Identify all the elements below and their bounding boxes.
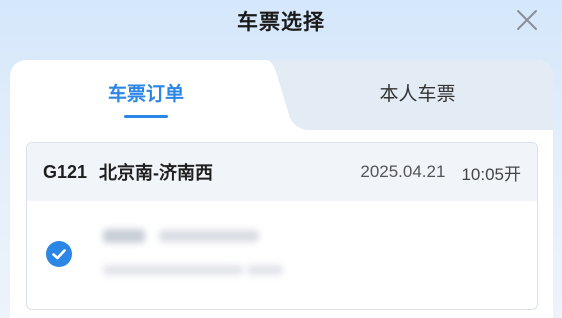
order-header: G121 北京南-济南西 2025.04.21 10:05开 xyxy=(27,143,537,201)
tab-ticket-orders[interactable]: 车票订单 xyxy=(10,60,282,130)
tab-bar: 车票订单 本人车票 xyxy=(10,60,553,130)
passenger-name-redacted xyxy=(103,229,145,243)
departure-time: 10:05开 xyxy=(461,164,521,184)
tab-own-tickets-label: 本人车票 xyxy=(379,83,456,105)
active-tab-indicator xyxy=(124,115,168,118)
checked-icon[interactable] xyxy=(46,241,72,267)
tab-own-tickets[interactable]: 本人车票 xyxy=(282,60,553,130)
order-card[interactable]: G121 北京南-济南西 2025.04.21 10:05开 xyxy=(26,142,538,310)
passenger-detail-redacted xyxy=(103,265,243,275)
passenger-detail-redacted-2 xyxy=(247,265,283,275)
passenger-id-redacted xyxy=(159,230,259,242)
page-title: 车票选择 xyxy=(237,11,325,34)
tab-ticket-orders-label: 车票订单 xyxy=(107,83,184,105)
ticket-panel: 车票订单 本人车票 G121 北京南-济南西 2025.04.21 10:05开 xyxy=(10,60,553,318)
train-number: G121 xyxy=(43,161,88,182)
header: 车票选择 xyxy=(0,0,562,40)
close-button[interactable] xyxy=(514,7,540,33)
train-route: 北京南-济南西 xyxy=(99,163,214,183)
passenger-row[interactable] xyxy=(27,201,537,309)
close-icon xyxy=(517,10,537,30)
travel-date: 2025.04.21 xyxy=(360,162,446,181)
